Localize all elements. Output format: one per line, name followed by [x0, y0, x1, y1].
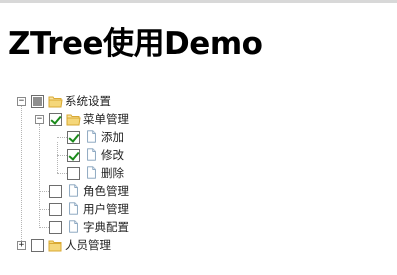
folder-open-icon [66, 114, 81, 126]
partial-checkbox[interactable] [31, 95, 44, 108]
tree-node-label[interactable]: 用户管理 [83, 202, 129, 216]
tree-node-label[interactable]: 字典配置 [83, 220, 129, 234]
tree-connector-line [57, 173, 67, 174]
unchecked-checkbox[interactable] [67, 167, 80, 180]
tree-connector-line [39, 191, 49, 192]
document-icon [87, 130, 96, 143]
unchecked-checkbox[interactable] [49, 185, 62, 198]
tree-node-label[interactable]: 菜单管理 [83, 112, 129, 126]
unchecked-checkbox[interactable] [31, 239, 44, 252]
unchecked-checkbox[interactable] [49, 203, 62, 216]
document-icon [69, 220, 78, 233]
tree-node-label[interactable]: 角色管理 [83, 184, 129, 198]
collapse-toggle[interactable]: − [17, 97, 26, 106]
expand-toggle[interactable]: + [17, 241, 26, 250]
checked-checkbox[interactable] [67, 149, 80, 162]
tree-node-label[interactable]: 系统设置 [65, 94, 111, 108]
document-icon [69, 202, 78, 215]
folder-closed-icon [48, 240, 62, 252]
document-icon [69, 184, 78, 197]
tree-connector-line [39, 209, 49, 210]
collapse-toggle[interactable]: − [35, 115, 44, 124]
tree-node-label[interactable]: 人员管理 [65, 238, 111, 252]
document-icon [87, 148, 96, 161]
tree-connector-line [39, 124, 40, 228]
tree-connector-line [39, 227, 49, 228]
checked-checkbox[interactable] [67, 131, 80, 144]
tree-node-label[interactable]: 修改 [101, 148, 124, 162]
tree-connector-line [57, 137, 67, 138]
document-icon [87, 166, 96, 179]
unchecked-checkbox[interactable] [49, 221, 62, 234]
tree-connector-line [57, 142, 58, 173]
checked-checkbox[interactable] [49, 113, 62, 126]
ztree: − 系统设置 − 菜单管理 添加 修改 删除 角色管理 用户管理 字典配置 + … [0, 0, 397, 275]
folder-open-icon [48, 96, 63, 108]
tree-connector-line [57, 155, 67, 156]
tree-node-label[interactable]: 添加 [101, 130, 124, 144]
tree-connector-line [21, 106, 22, 245]
tree-node-label[interactable]: 删除 [101, 166, 124, 180]
